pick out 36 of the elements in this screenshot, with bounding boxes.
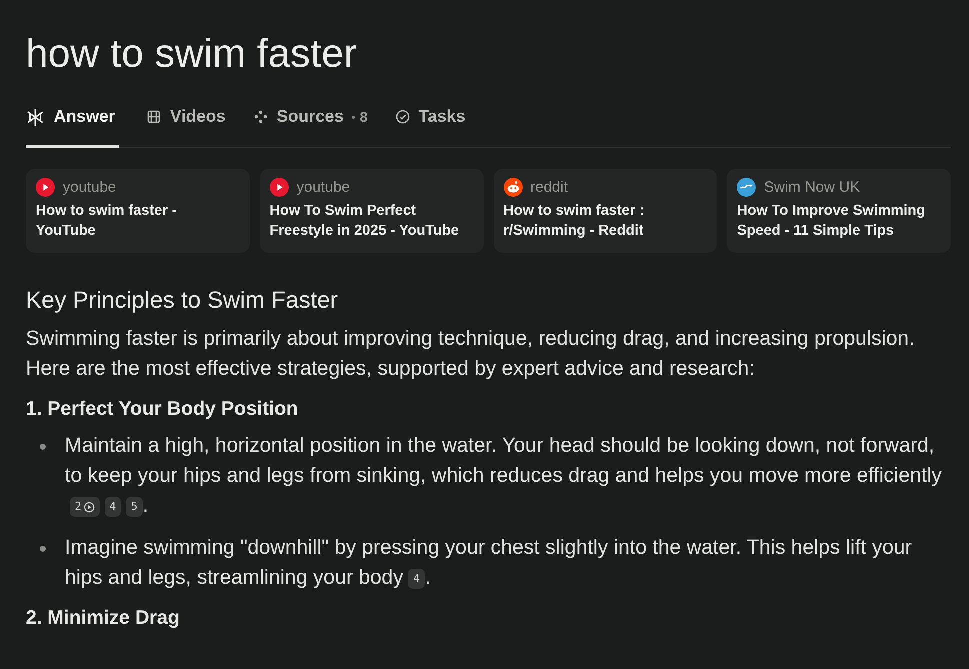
play-logo-icon (270, 178, 289, 197)
citation-badge[interactable]: 4 (104, 497, 122, 517)
source-card[interactable]: youtube How To Swim Perfect Freestyle in 2025 - YouTube (260, 169, 484, 253)
swim-logo-icon (737, 178, 756, 197)
source-title: How To Improve Swimming Speed - 11 Simple Tips (737, 202, 926, 241)
tab[interactable]: Answer (26, 107, 120, 148)
section-heading: 2. Minimize Drag (26, 607, 181, 630)
check-circle-icon (396, 110, 410, 124)
answer-heading: Key Principles to Swim Faster (26, 287, 340, 314)
bullet-dot (40, 546, 46, 552)
section-heading: 1. Perfect Your Body Position (26, 398, 300, 421)
bullet-dot (40, 444, 46, 450)
film-icon (147, 110, 162, 124)
intro-paragraph: Swimming faster is primarily about improving technique, reducing drag, and increasing propulsion. Here are the most effective strategies, supported by expert advice and research: (26, 326, 916, 382)
source-title: How to swim faster - YouTube (36, 202, 178, 241)
tab[interactable]: Videos (147, 107, 226, 148)
source-title: How to swim faster : r/Swimming - Reddit (504, 202, 646, 241)
source-card[interactable]: reddit How to swim faster : r/Swimming - Reddit (494, 169, 718, 253)
source-card[interactable]: Swim Now UK How To Improve Swimming Speed - 11 Simple Tips (727, 169, 951, 253)
alien-logo-icon (504, 178, 522, 197)
site-name: youtube (296, 179, 350, 196)
citation-badge[interactable]: 4 (408, 569, 426, 589)
citation-badge[interactable]: 5 (126, 497, 143, 517)
site-name: Swim Now UK (764, 179, 860, 196)
play-logo-icon (36, 178, 55, 197)
tab[interactable]: Sources 8 (254, 107, 368, 148)
query-title: how to swim faster (26, 32, 358, 77)
bullet-text: Imagine swimming "downhill" by pressing your chest slightly into the water. This helps lift your hips and legs, streamlining your body 4 . (65, 535, 914, 591)
site-name: youtube (63, 179, 116, 196)
site-name: reddit (530, 179, 568, 196)
source-card[interactable]: youtube How to swim faster - YouTube (26, 169, 250, 253)
dots-icon (254, 110, 268, 124)
tab[interactable]: Tasks (396, 107, 466, 148)
source-title: How To Swim Perfect Freestyle in 2025 - YouTube (270, 202, 460, 241)
bullet-text: Maintain a high, horizontal position in the water. Your head should be looking down, not forward, to keep your hips and legs from sinking, which reduces drag and helps you move more efficiently 2 4 5 . (65, 433, 944, 519)
citation-badge[interactable]: 2 (70, 497, 100, 517)
